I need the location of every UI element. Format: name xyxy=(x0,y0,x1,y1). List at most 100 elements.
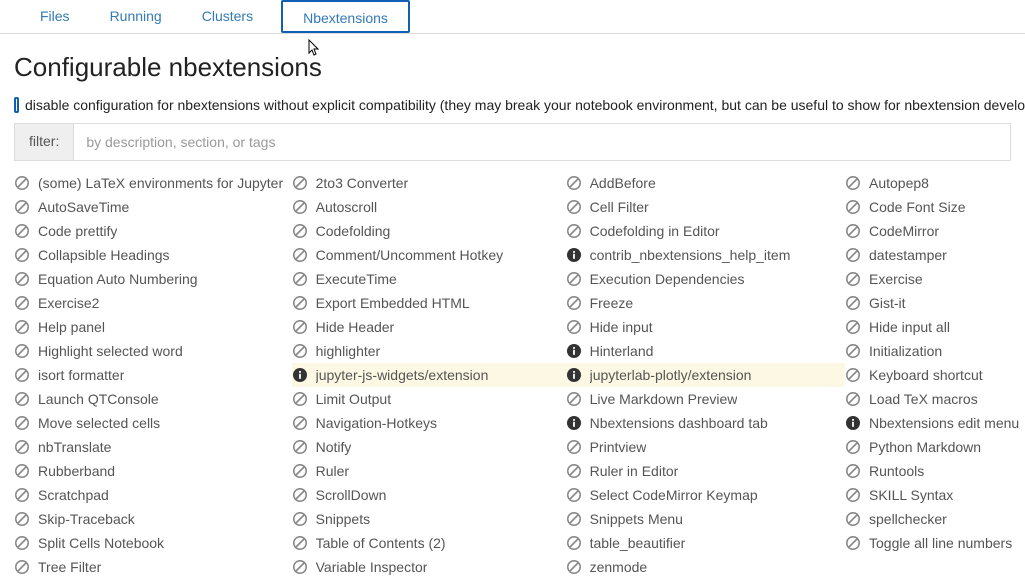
extension-item[interactable]: Move selected cells xyxy=(14,411,292,435)
extension-item[interactable]: Table of Contents (2) xyxy=(292,531,566,555)
tab-clusters[interactable]: Clusters xyxy=(182,0,273,33)
extension-item[interactable]: Snippets xyxy=(292,507,566,531)
extension-item[interactable]: Limit Output xyxy=(292,387,566,411)
extension-label: Hinterland xyxy=(590,343,654,359)
extension-item[interactable]: Hinterland xyxy=(566,339,845,363)
extension-item[interactable]: Rubberband xyxy=(14,459,292,483)
extension-item[interactable]: datestamper xyxy=(845,243,1025,267)
extension-item[interactable]: Gist-it xyxy=(845,291,1025,315)
extension-label: contrib_nbextensions_help_item xyxy=(590,247,791,263)
disabled-icon xyxy=(566,463,582,479)
extension-item[interactable]: Exercise2 xyxy=(14,291,292,315)
extension-item[interactable]: ScrollDown xyxy=(292,483,566,507)
extension-item[interactable]: Ruler in Editor xyxy=(566,459,845,483)
extension-item[interactable]: Export Embedded HTML xyxy=(292,291,566,315)
extension-item[interactable]: zenmode xyxy=(566,555,845,579)
extension-label: Load TeX macros xyxy=(869,391,978,407)
extension-label: Python Markdown xyxy=(869,439,981,455)
extension-label: Live Markdown Preview xyxy=(590,391,738,407)
tab-running[interactable]: Running xyxy=(90,0,182,33)
extension-label: Autoscroll xyxy=(316,199,377,215)
extension-item[interactable]: Skip-Traceback xyxy=(14,507,292,531)
extension-item[interactable]: Runtools xyxy=(845,459,1025,483)
extension-item[interactable]: Printview xyxy=(566,435,845,459)
disabled-icon xyxy=(14,271,30,287)
extension-item[interactable]: Nbextensions edit menu item xyxy=(845,411,1025,435)
extension-item[interactable]: Comment/Uncomment Hotkey xyxy=(292,243,566,267)
extension-item[interactable]: highlighter xyxy=(292,339,566,363)
extension-item[interactable]: ExecuteTime xyxy=(292,267,566,291)
extension-item[interactable]: Keyboard shortcut xyxy=(845,363,1025,387)
extension-item[interactable]: spellchecker xyxy=(845,507,1025,531)
extension-label: CodeMirror xyxy=(869,223,939,239)
extension-item[interactable]: contrib_nbextensions_help_item xyxy=(566,243,845,267)
disabled-icon xyxy=(14,511,30,527)
extension-item[interactable]: AddBefore xyxy=(566,171,845,195)
extension-label: Nbextensions dashboard tab xyxy=(590,415,768,431)
extension-grid: (some) LaTeX environments for JupyterAut… xyxy=(14,171,1025,579)
extension-item[interactable]: Tree Filter xyxy=(14,555,292,579)
extension-item[interactable]: Initialization xyxy=(845,339,1025,363)
extension-item[interactable]: Execution Dependencies xyxy=(566,267,845,291)
extension-label: Tree Filter xyxy=(38,559,101,575)
extension-item[interactable]: nbTranslate xyxy=(14,435,292,459)
extension-item[interactable]: Scratchpad xyxy=(14,483,292,507)
extension-item[interactable]: Split Cells Notebook xyxy=(14,531,292,555)
extension-item[interactable]: CodeMirror xyxy=(845,219,1025,243)
tab-nbextensions[interactable]: Nbextensions xyxy=(281,0,410,33)
disabled-icon xyxy=(292,247,308,263)
compat-checkbox[interactable]: ✓ xyxy=(14,97,19,113)
disabled-icon xyxy=(566,271,582,287)
disabled-icon xyxy=(566,511,582,527)
extension-item[interactable]: Variable Inspector xyxy=(292,555,566,579)
extension-label: Initialization xyxy=(869,343,942,359)
extension-item[interactable]: Launch QTConsole xyxy=(14,387,292,411)
tab-files[interactable]: Files xyxy=(20,0,90,33)
extension-item[interactable]: Nbextensions dashboard tab xyxy=(566,411,845,435)
extension-item[interactable]: jupyter-js-widgets/extension xyxy=(292,363,566,387)
extension-item[interactable]: Freeze xyxy=(566,291,845,315)
extension-item[interactable]: (some) LaTeX environments for Jupyter xyxy=(14,171,292,195)
extension-label: Codefolding in Editor xyxy=(590,223,720,239)
disabled-icon xyxy=(14,199,30,215)
extension-item[interactable]: Python Markdown xyxy=(845,435,1025,459)
extension-item[interactable]: Cell Filter xyxy=(566,195,845,219)
extension-item[interactable]: Notify xyxy=(292,435,566,459)
extension-item[interactable]: Load TeX macros xyxy=(845,387,1025,411)
extension-item[interactable]: Code Font Size xyxy=(845,195,1025,219)
extension-item[interactable]: Equation Auto Numbering xyxy=(14,267,292,291)
disabled-icon xyxy=(845,487,861,503)
extension-item[interactable]: isort formatter xyxy=(14,363,292,387)
extension-label: Codefolding xyxy=(316,223,391,239)
filter-input[interactable] xyxy=(74,124,1010,160)
extension-item[interactable]: Help panel xyxy=(14,315,292,339)
extension-item[interactable]: AutoSaveTime xyxy=(14,195,292,219)
extension-item[interactable]: SKILL Syntax xyxy=(845,483,1025,507)
extension-label: Variable Inspector xyxy=(316,559,428,575)
extension-item[interactable]: Codefolding xyxy=(292,219,566,243)
extension-item[interactable]: Exercise xyxy=(845,267,1025,291)
extension-item[interactable]: Collapsible Headings xyxy=(14,243,292,267)
extension-label: Ruler in Editor xyxy=(590,463,679,479)
extension-item[interactable]: Live Markdown Preview xyxy=(566,387,845,411)
extension-item[interactable]: Hide input all xyxy=(845,315,1025,339)
disabled-icon xyxy=(292,175,308,191)
extension-item[interactable]: Toggle all line numbers xyxy=(845,531,1025,555)
disabled-icon xyxy=(14,247,30,263)
extension-item[interactable]: table_beautifier xyxy=(566,531,845,555)
extension-item[interactable]: Hide input xyxy=(566,315,845,339)
extension-item[interactable]: Hide Header xyxy=(292,315,566,339)
extension-item[interactable]: Snippets Menu xyxy=(566,507,845,531)
extension-item[interactable]: Code prettify xyxy=(14,219,292,243)
extension-item[interactable]: Codefolding in Editor xyxy=(566,219,845,243)
extension-item[interactable]: Select CodeMirror Keymap xyxy=(566,483,845,507)
extension-item[interactable]: Ruler xyxy=(292,459,566,483)
extension-item[interactable]: Highlight selected word xyxy=(14,339,292,363)
extension-item[interactable]: 2to3 Converter xyxy=(292,171,566,195)
extension-item[interactable]: Navigation-Hotkeys xyxy=(292,411,566,435)
page-title: Configurable nbextensions xyxy=(14,52,1025,83)
extension-label: Ruler xyxy=(316,463,349,479)
extension-item[interactable]: Autoscroll xyxy=(292,195,566,219)
extension-item[interactable]: Autopep8 xyxy=(845,171,1025,195)
extension-item[interactable]: jupyterlab-plotly/extension xyxy=(566,363,845,387)
